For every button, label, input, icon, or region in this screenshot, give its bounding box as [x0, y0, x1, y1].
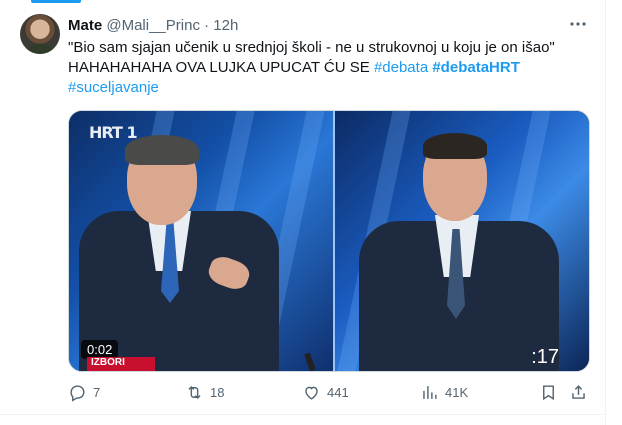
share-button[interactable] — [569, 381, 588, 403]
video-counter: :17 — [531, 346, 559, 368]
like-count: 441 — [327, 384, 349, 400]
retweet-button[interactable]: 18 — [185, 381, 224, 403]
retweet-icon — [188, 385, 201, 399]
tweet-text-line1: "Bio sam sjajan učenik u srednjoj školi … — [68, 39, 555, 56]
views-count: 41K — [445, 384, 469, 400]
like-button[interactable]: 441 — [302, 381, 349, 403]
avatar[interactable] — [20, 14, 60, 54]
bookmark-icon — [543, 384, 554, 400]
video-right-panel: :17 — [335, 111, 589, 371]
reply-icon — [70, 384, 85, 402]
hashtag-debatahrt[interactable]: #debataHRT — [432, 59, 520, 76]
author-handle[interactable]: @Mali__Princ — [106, 17, 200, 34]
hashtag-suceljavanje[interactable]: #suceljavanje — [68, 79, 159, 96]
timestamp[interactable]: 12h — [213, 17, 238, 34]
reply-button[interactable]: 7 — [68, 381, 100, 403]
tweet-text-line2: HAHAHAHAHA OVA LUJKA UPUCAT ĆU SE — [68, 59, 370, 76]
separator-dot: · — [204, 17, 210, 34]
like-icon — [305, 386, 318, 400]
retweet-count: 18 — [210, 384, 225, 400]
bookmark-button[interactable] — [539, 381, 558, 403]
channel-logo: HRT 1 — [89, 123, 138, 142]
share-icon — [572, 384, 585, 399]
tweet-separator — [0, 414, 606, 415]
views-button[interactable]: 41K — [420, 381, 468, 403]
views-icon — [423, 385, 437, 399]
video-left-panel: HRT 1 0:02 IZBORI — [69, 111, 333, 371]
hashtag-debata[interactable]: #debata — [374, 59, 428, 76]
election-badge: IZBORI — [87, 357, 155, 371]
tweet-text: "Bio sam sjajan učenik u srednjoj školi … — [68, 38, 588, 98]
tab-indicator — [31, 0, 81, 3]
reply-count: 7 — [93, 384, 101, 400]
microphone — [304, 352, 316, 371]
tweet-header: Mate @Mali__Princ · 12h — [68, 16, 238, 36]
timeline-border — [605, 0, 606, 425]
video-player[interactable]: HRT 1 0:02 IZBORI :17 — [68, 110, 590, 372]
more-icon[interactable] — [568, 14, 588, 34]
author-name[interactable]: Mate — [68, 17, 102, 34]
tweet-actions: 7 18 441 41K — [68, 381, 588, 403]
